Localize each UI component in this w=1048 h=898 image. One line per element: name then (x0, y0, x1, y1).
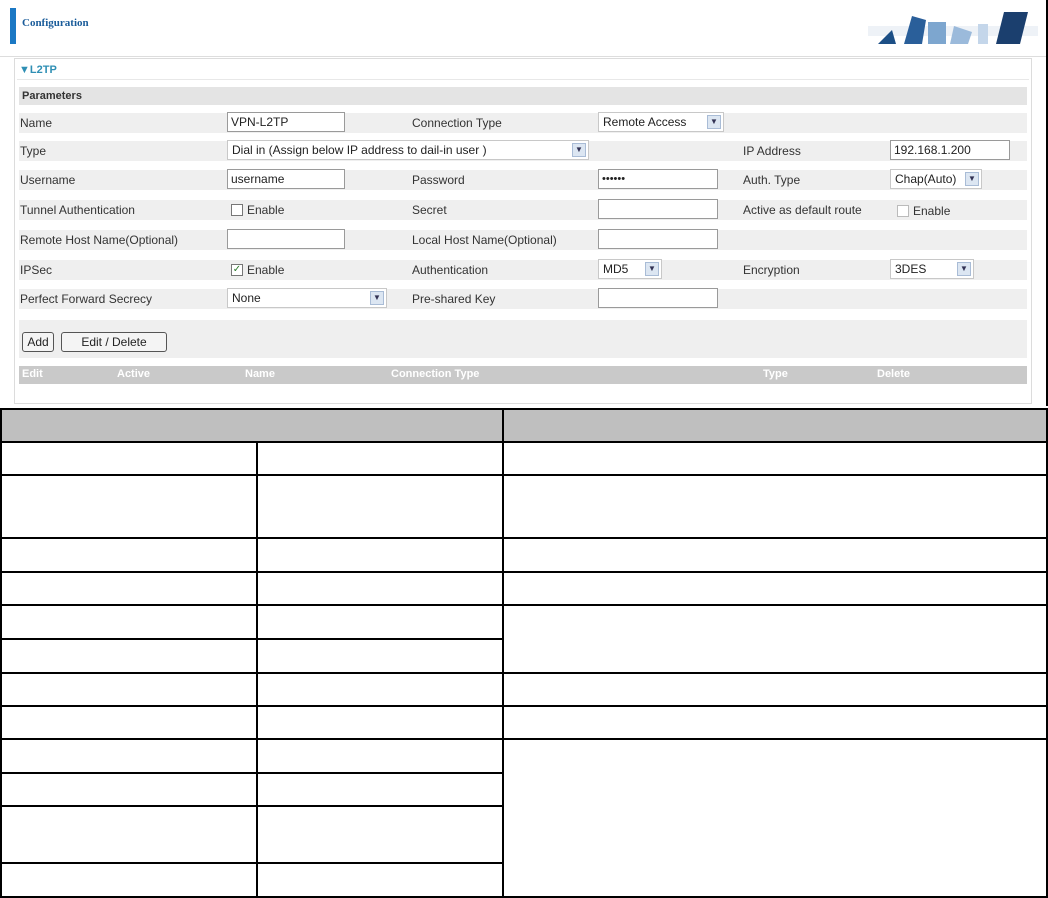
section-title[interactable]: ▼L2TP (19, 64, 57, 76)
default-route-enable-label: Enable (913, 204, 951, 218)
tunnel-auth-enable-label: Enable (247, 203, 285, 217)
auth-type-select[interactable]: Chap(Auto) ▼ (890, 169, 982, 189)
row-ipsec (19, 260, 1027, 280)
connection-type-label: Connection Type (412, 116, 502, 130)
row-tunnel-auth (19, 200, 1027, 220)
pfs-value: None (232, 291, 261, 305)
pfs-select[interactable]: None ▼ (227, 288, 387, 308)
section-divider (17, 79, 1029, 80)
encryption-select[interactable]: 3DES ▼ (890, 259, 974, 279)
username-input[interactable]: username (227, 169, 345, 189)
local-host-input[interactable] (598, 229, 718, 249)
header-logo-graphic (868, 12, 1038, 44)
table-row-line (0, 862, 504, 864)
chevron-down-icon: ▼ (965, 172, 979, 186)
encryption-label: Encryption (743, 263, 800, 277)
password-input[interactable]: •••••• (598, 169, 718, 189)
table-row-line (0, 672, 1048, 674)
table-row-line (0, 805, 504, 807)
list-header-connection-type: Connection Type (391, 368, 480, 380)
table-row-line (0, 571, 1048, 573)
table-border-top (0, 408, 1048, 410)
row-buttons (19, 320, 1027, 358)
table-row-line (0, 441, 1048, 443)
table-row-line (0, 705, 1048, 707)
authentication-value: MD5 (603, 262, 629, 276)
table-row-line (0, 474, 1048, 476)
remote-host-label: Remote Host Name(Optional) (20, 233, 179, 247)
row-pfs (19, 289, 1027, 309)
default-route-label: Active as default route (743, 203, 862, 217)
router-config-screenshot: Configuration ▼L2TP Parameters Name VPN-… (0, 0, 1048, 406)
parameters-heading: Parameters (19, 87, 1027, 105)
page-title: Configuration (22, 17, 89, 29)
header-accent-bar (10, 8, 16, 44)
pfs-label: Perfect Forward Secrecy (20, 292, 153, 306)
ipsec-label: IPSec (20, 263, 53, 277)
connection-type-value: Remote Access (603, 115, 687, 129)
ip-address-label: IP Address (743, 144, 801, 158)
encryption-value: 3DES (895, 262, 927, 276)
ipsec-checkbox[interactable]: ✓ (231, 264, 243, 276)
table-header-row (0, 408, 1048, 441)
list-header-edit: Edit (22, 368, 43, 380)
table-column-divider (502, 408, 504, 898)
list-header-row: Edit Active Name Connection Type Type De… (19, 366, 1027, 384)
table-row-line (0, 537, 1048, 539)
name-label: Name (20, 116, 53, 130)
authentication-label: Authentication (412, 263, 489, 277)
page-header: Configuration (0, 0, 1046, 57)
table-border-left (0, 408, 2, 898)
local-host-label: Local Host Name(Optional) (412, 233, 557, 247)
table-row-line (0, 604, 1048, 606)
table-row-line (0, 772, 504, 774)
chevron-down-icon: ▼ (572, 143, 586, 157)
name-input[interactable]: VPN-L2TP (227, 112, 345, 132)
description-table (0, 408, 1048, 898)
list-header-type: Type (763, 368, 788, 380)
chevron-down-icon: ▼ (645, 262, 659, 276)
row-name (19, 113, 1027, 133)
secret-input[interactable] (598, 199, 718, 219)
secret-label: Secret (412, 203, 447, 217)
ip-address-input[interactable]: 192.168.1.200 (890, 140, 1010, 160)
connection-type-select[interactable]: Remote Access ▼ (598, 112, 724, 132)
chevron-down-icon: ▼ (370, 291, 384, 305)
auth-type-value: Chap(Auto) (895, 172, 957, 186)
list-header-delete: Delete (877, 368, 911, 380)
l2tp-panel: ▼L2TP Parameters Name VPN-L2TP Connectio… (14, 58, 1032, 404)
list-header-active: Active (117, 368, 151, 380)
chevron-down-icon: ▼ (707, 115, 721, 129)
tunnel-auth-label: Tunnel Authentication (20, 203, 135, 217)
type-value: Dial in (Assign below IP address to dail… (232, 143, 487, 157)
psk-input[interactable] (598, 288, 718, 308)
add-button[interactable]: Add (22, 332, 54, 352)
remote-host-input[interactable] (227, 229, 345, 249)
table-row-line (0, 738, 1048, 740)
type-label: Type (20, 144, 47, 158)
chevron-down-icon: ▼ (957, 262, 971, 276)
username-label: Username (20, 173, 76, 187)
ipsec-enable-label: Enable (247, 263, 285, 277)
psk-label: Pre-shared Key (412, 292, 496, 306)
edit-delete-button[interactable]: Edit / Delete (61, 332, 167, 352)
table-subcolumn-divider (256, 441, 258, 898)
table-row-line (0, 638, 504, 640)
type-select[interactable]: Dial in (Assign below IP address to dail… (227, 140, 589, 160)
tunnel-auth-checkbox[interactable] (231, 204, 243, 216)
list-header-name: Name (245, 368, 275, 380)
password-label: Password (412, 173, 465, 187)
default-route-checkbox[interactable] (897, 205, 909, 217)
authentication-select[interactable]: MD5 ▼ (598, 259, 662, 279)
row-username (19, 170, 1027, 190)
auth-type-label: Auth. Type (743, 173, 801, 187)
